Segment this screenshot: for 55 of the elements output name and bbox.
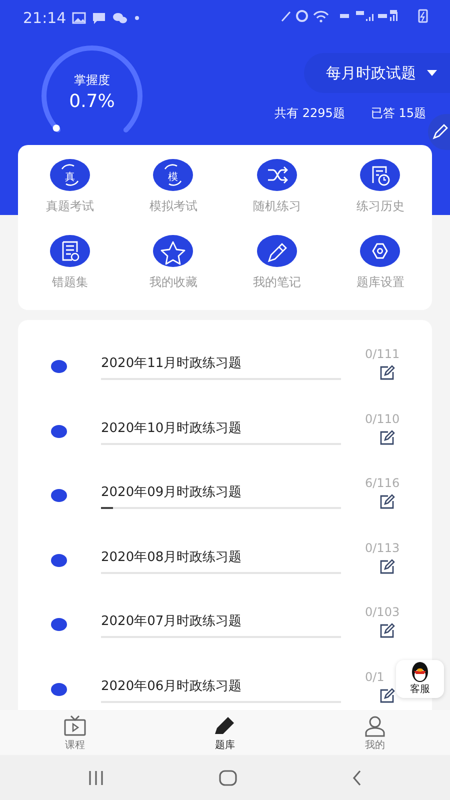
- edit-icon[interactable]: [379, 688, 395, 704]
- nav-tab[interactable]: 我的: [335, 710, 415, 755]
- caret-icon: [426, 69, 438, 77]
- progress-count: 0/103: [365, 605, 400, 619]
- document-list-icon: [50, 234, 90, 266]
- bullet-dot: [51, 618, 67, 631]
- recent-apps-icon[interactable]: [88, 770, 104, 786]
- exercise-title[interactable]: 2020年10月时政练习题: [101, 418, 341, 436]
- exercise-title[interactable]: 2020年07月时政练习题: [101, 612, 341, 630]
- bullet-dot: [51, 554, 67, 566]
- shuffle-icon: [256, 159, 297, 191]
- dot-icon: [134, 14, 140, 20]
- home-icon[interactable]: [218, 770, 237, 786]
- edit-icon[interactable]: [379, 623, 395, 639]
- clock-document-icon: [360, 159, 400, 191]
- gauge-marker: [52, 124, 60, 132]
- circled-character-icon: 模: [153, 159, 194, 191]
- progress-count: 0/110: [365, 412, 400, 426]
- bullet-dot: [51, 682, 67, 696]
- bullet-dot: [51, 489, 67, 502]
- support-button[interactable]: 客服: [396, 660, 444, 698]
- progress-count: 0/1: [365, 670, 384, 684]
- exercise-title[interactable]: 2020年09月时政练习题: [101, 483, 341, 501]
- exercise-title[interactable]: 2020年11月时政练习题: [101, 354, 341, 372]
- total-count: 共有 2295题: [274, 105, 345, 122]
- nav-tab[interactable]: 课程: [35, 710, 115, 755]
- penguin-icon: [410, 660, 430, 682]
- progress-count: 0/111: [365, 347, 400, 361]
- exercise-title[interactable]: 2020年06月时政练习题: [101, 676, 341, 694]
- pencil-icon: [432, 124, 448, 140]
- chat-icon: [92, 12, 106, 24]
- shortcut-button[interactable]: 模 模拟考试: [122, 159, 225, 220]
- mastery-value: 0.7%: [69, 91, 115, 112]
- exercise-title[interactable]: 2020年08月时政练习题: [101, 548, 341, 566]
- bullet-dot: [51, 424, 67, 438]
- clock-time: 21:14: [23, 8, 66, 26]
- edit-icon[interactable]: [379, 558, 395, 574]
- pencil-icon: [256, 234, 297, 266]
- bank-dropdown[interactable]: 每月时政试题: [304, 53, 450, 93]
- progress-count: 0/113: [365, 540, 400, 554]
- image-icon: [72, 12, 86, 24]
- edit-icon[interactable]: [379, 494, 395, 510]
- nav-tab[interactable]: 题库: [185, 710, 265, 755]
- tv-icon: [63, 714, 87, 738]
- back-icon[interactable]: [352, 770, 362, 786]
- circled-character-icon: 真: [50, 159, 90, 191]
- bullet-dot: [51, 360, 67, 373]
- edit-icon[interactable]: [379, 365, 395, 381]
- progress-count: 6/116: [365, 476, 400, 490]
- chat-bubbles-icon: [112, 12, 128, 24]
- person-icon: [363, 714, 387, 738]
- gauge-label: 掌握度: [74, 72, 110, 89]
- edit-icon[interactable]: [379, 430, 395, 446]
- shortcut-button[interactable]: 真 真题考试: [18, 159, 122, 220]
- answered-count: 已答 15题: [370, 105, 426, 122]
